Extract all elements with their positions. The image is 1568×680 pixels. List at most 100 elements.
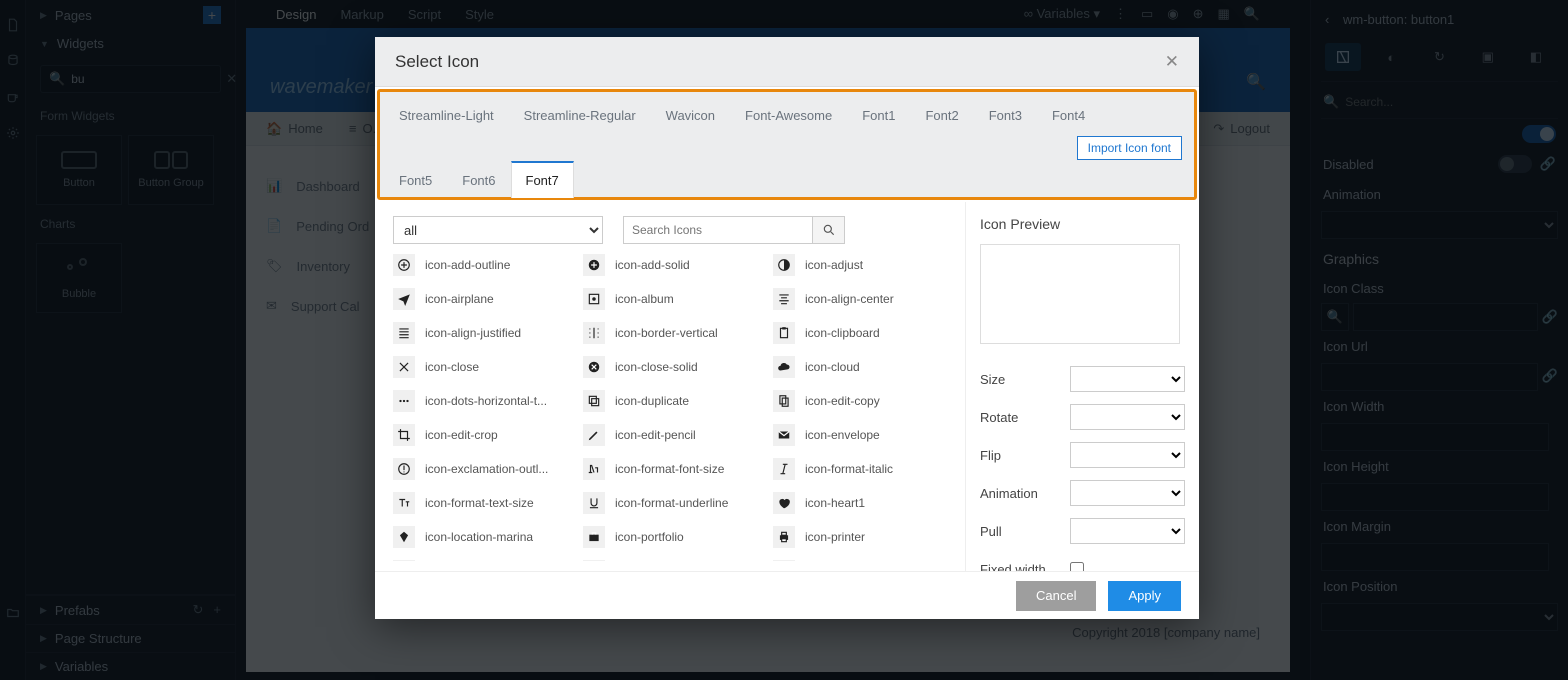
icon-item[interactable]: icon-format-italic: [773, 458, 955, 480]
icon-item[interactable]: icon-align-justified: [393, 322, 575, 344]
icon-item[interactable]: icon-format-underline: [583, 492, 765, 514]
icon-item[interactable]: icon-add-solid: [583, 254, 765, 276]
icon-item-label: icon-adjust: [805, 258, 863, 272]
icon-item-label: icon-dots-horizontal-t...: [425, 394, 547, 408]
icon-item[interactable]: icon-close: [393, 356, 575, 378]
icon-item-label: icon-border-vertical: [615, 326, 718, 340]
size-select[interactable]: [1070, 366, 1185, 392]
search-icons-input[interactable]: [623, 216, 813, 244]
icon-item-label: icon-cloud: [805, 360, 860, 374]
tab-font3[interactable]: Font3: [974, 97, 1037, 133]
icon-item-label: icon-clipboard: [805, 326, 880, 340]
search-button[interactable]: [813, 216, 845, 244]
icon-item[interactable]: icon-radio: [773, 560, 955, 561]
icon-item-label: icon-airplane: [425, 292, 494, 306]
icon-envelope-icon: [773, 424, 795, 446]
icon-item[interactable]: icon-envelope: [773, 424, 955, 446]
close-icon[interactable]: ✕: [1165, 52, 1179, 72]
icon-item-label: icon-format-italic: [805, 462, 893, 476]
tab-font6[interactable]: Font6: [447, 162, 510, 198]
icon-item-label: icon-align-center: [805, 292, 894, 306]
icon-border-vertical-icon: [583, 322, 605, 344]
icon-grid: icon-add-outline icon-add-solid icon-adjus…: [393, 254, 955, 561]
icon-item-label: icon-edit-copy: [805, 394, 880, 408]
cancel-button[interactable]: Cancel: [1016, 581, 1096, 611]
icon-item-label: icon-format-underline: [615, 496, 728, 510]
icon-item[interactable]: icon-cloud: [773, 356, 955, 378]
select-icon-modal: Select Icon ✕ Streamline-LightStreamline…: [375, 37, 1199, 619]
icon-item[interactable]: icon-close-solid: [583, 356, 765, 378]
icon-item[interactable]: icon-location-marina: [393, 526, 575, 548]
icon-item[interactable]: icon-edit-crop: [393, 424, 575, 446]
icon-item-label: icon-format-text-size: [425, 496, 534, 510]
preview-title: Icon Preview: [980, 216, 1185, 232]
icon-clipboard-icon: [773, 322, 795, 344]
flip-select[interactable]: [1070, 442, 1185, 468]
icon-airplane-icon: [393, 288, 415, 310]
tab-streamline-regular[interactable]: Streamline-Regular: [509, 97, 651, 133]
icon-item[interactable]: icon-edit-copy: [773, 390, 955, 412]
tab-font1[interactable]: Font1: [847, 97, 910, 133]
icon-item[interactable]: icon-album: [583, 288, 765, 310]
icon-item[interactable]: icon-format-font-size: [583, 458, 765, 480]
icon-align-justified-icon: [393, 322, 415, 344]
icon-item[interactable]: icon-heart1: [773, 492, 955, 514]
icon-align-center-icon: [773, 288, 795, 310]
rotate-label: Rotate: [980, 410, 1062, 425]
icon-portfolio-icon: [583, 526, 605, 548]
icon-item[interactable]: icon-align-center: [773, 288, 955, 310]
rotate-select[interactable]: [1070, 404, 1185, 430]
icon-adjust-icon: [773, 254, 795, 276]
icon-item[interactable]: icon-border-vertical: [583, 322, 765, 344]
import-icon-font-button[interactable]: Import Icon font: [1077, 136, 1182, 160]
tab-font4[interactable]: Font4: [1037, 97, 1100, 133]
icon-item[interactable]: icon-format-text-size: [393, 492, 575, 514]
fixed-width-label: Fixed width: [980, 562, 1062, 572]
icon-item-label: icon-close: [425, 360, 479, 374]
icon-edit-pencil-icon: [583, 424, 605, 446]
fixed-width-checkbox[interactable]: [1070, 562, 1084, 571]
icon-album-icon: [583, 288, 605, 310]
icon-item[interactable]: icon-add-outline: [393, 254, 575, 276]
icon-item[interactable]: icon-edit-pencil: [583, 424, 765, 446]
icon-location-marina-icon: [393, 526, 415, 548]
icon-item[interactable]: icon-printer: [773, 526, 955, 548]
preview-box: [980, 244, 1180, 344]
icon-category-select[interactable]: all: [393, 216, 603, 244]
icon-item-label: icon-envelope: [805, 428, 880, 442]
icon-format-underline-icon: [583, 492, 605, 514]
tab-streamline-light[interactable]: Streamline-Light: [384, 97, 509, 133]
modal-title: Select Icon: [395, 52, 479, 72]
icon-item[interactable]: icon-clipboard: [773, 322, 955, 344]
icon-radarcopy2-icon: [583, 560, 605, 561]
icon-exclamation-outl-icon: [393, 458, 415, 480]
tab-font2[interactable]: Font2: [910, 97, 973, 133]
icon-item[interactable]: icon-adjust: [773, 254, 955, 276]
icon-format-font-size-icon: [583, 458, 605, 480]
tab-font-awesome[interactable]: Font-Awesome: [730, 97, 847, 133]
icon-format-text-size-icon: [393, 492, 415, 514]
icon-item-label: icon-add-solid: [615, 258, 690, 272]
icon-item[interactable]: icon-exclamation-outl...: [393, 458, 575, 480]
icon-item[interactable]: icon-portfolio: [583, 526, 765, 548]
icon-format-italic-icon: [773, 458, 795, 480]
tab-font7[interactable]: Font7: [511, 161, 574, 198]
icon-close-icon: [393, 356, 415, 378]
icon-edit-crop-icon: [393, 424, 415, 446]
pull-select[interactable]: [1070, 518, 1185, 544]
icon-item[interactable]: icon-radarcopy2: [583, 560, 765, 561]
apply-button[interactable]: Apply: [1108, 581, 1181, 611]
icon-item[interactable]: icon-airplane: [393, 288, 575, 310]
icon-item-label: icon-format-font-size: [615, 462, 724, 476]
icon-duplicate-icon: [583, 390, 605, 412]
animation-select[interactable]: [1070, 480, 1185, 506]
icon-item-label: icon-album: [615, 292, 674, 306]
icon-item[interactable]: icon-duplicate: [583, 390, 765, 412]
icon-item[interactable]: icon-pylon: [393, 560, 575, 561]
icon-edit-copy-icon: [773, 390, 795, 412]
icon-dots-horizontal-t-icon: [393, 390, 415, 412]
tab-font5[interactable]: Font5: [384, 162, 447, 198]
tab-wavicon[interactable]: Wavicon: [651, 97, 730, 133]
icon-add-solid-icon: [583, 254, 605, 276]
icon-item[interactable]: icon-dots-horizontal-t...: [393, 390, 575, 412]
